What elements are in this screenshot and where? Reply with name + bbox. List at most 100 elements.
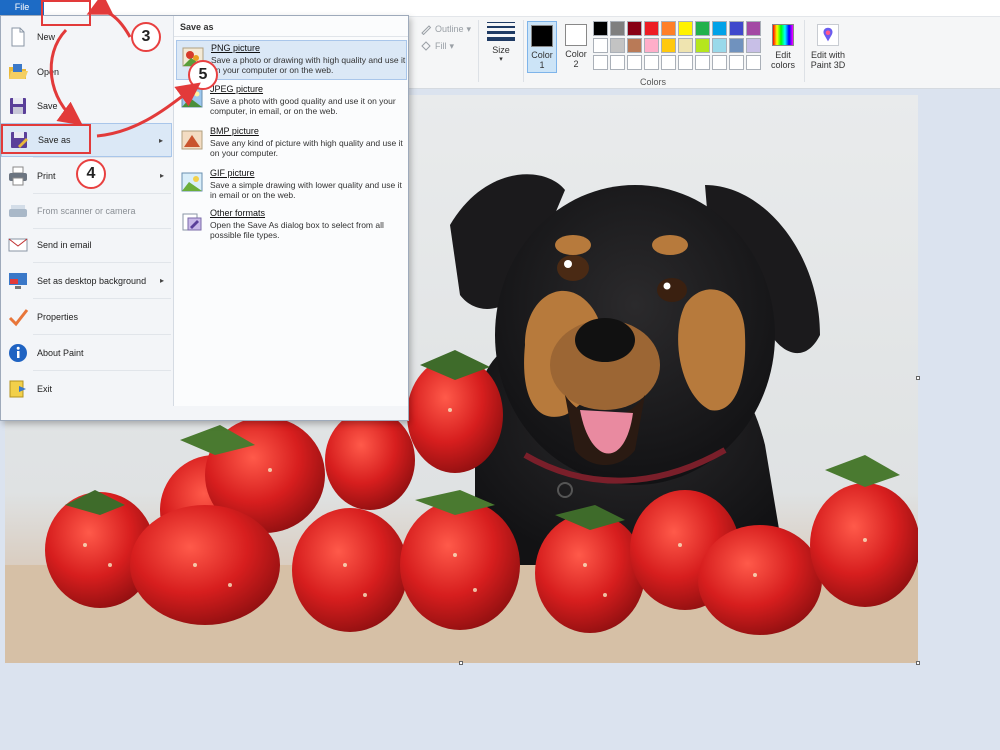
resize-handle-right[interactable]	[916, 376, 920, 380]
file-menu-item-label: Exit	[37, 384, 53, 394]
size-button[interactable]: Size ▾	[483, 20, 519, 76]
edit-colors-button[interactable]: Edit colors	[765, 21, 801, 70]
new-document-icon	[7, 26, 29, 48]
palette-swatch[interactable]	[627, 21, 642, 36]
color1-swatch	[531, 25, 553, 47]
file-menu-item-label: Save as	[38, 135, 71, 145]
palette-swatch[interactable]	[644, 38, 659, 53]
checkmark-icon	[7, 306, 29, 328]
color1-button[interactable]: Color 1	[527, 21, 557, 73]
edit-colors-label: Edit colors	[770, 50, 795, 70]
file-menu-item-label: Open	[37, 67, 60, 77]
submenu-arrow-icon: ▸	[159, 171, 164, 180]
palette-swatch[interactable]	[729, 38, 744, 53]
fill-bucket-icon	[421, 41, 431, 51]
save-as-option-title: GIF picture	[210, 168, 255, 178]
palette-swatch[interactable]	[644, 21, 659, 36]
save-as-option-title: Other formats	[210, 208, 266, 218]
file-menu-item-label: About Paint	[37, 348, 84, 358]
colors-group-label: Colors	[640, 77, 667, 87]
palette-swatch[interactable]	[644, 55, 659, 70]
palette-swatch[interactable]	[610, 55, 625, 70]
outline-icon	[421, 25, 432, 35]
other-formats-icon	[181, 211, 203, 233]
palette-swatch[interactable]	[593, 55, 608, 70]
save-as-option-png-picture[interactable]: PNG picture Save a photo or drawing with …	[176, 40, 407, 80]
color2-label: Color 2	[565, 49, 587, 69]
desktop-background-icon	[7, 270, 29, 292]
floppy-disk-icon	[7, 95, 29, 117]
bmp-picture-icon	[181, 129, 203, 151]
color1-label: Color 1	[531, 50, 553, 70]
palette-swatch[interactable]	[661, 21, 676, 36]
gif-picture-icon	[181, 171, 203, 193]
color-spectrum-icon	[772, 24, 794, 46]
paint3d-icon	[817, 24, 839, 46]
palette-swatch[interactable]	[746, 55, 761, 70]
info-icon	[7, 342, 29, 364]
file-menu-commands: New Open Save Save as ▸ Print ▸ From scanner or…	[1, 16, 173, 420]
color2-button[interactable]: Color 2	[561, 21, 591, 73]
palette-swatch[interactable]	[610, 21, 625, 36]
submenu-arrow-icon: ▸	[158, 136, 163, 145]
palette-swatch[interactable]	[627, 55, 642, 70]
palette-swatch[interactable]	[678, 38, 693, 53]
resize-handle-corner[interactable]	[916, 661, 920, 665]
save-as-option-title: PNG picture	[211, 43, 261, 53]
fill-label: Fill	[435, 41, 447, 51]
palette-swatch[interactable]	[610, 38, 625, 53]
palette-swatch[interactable]	[678, 21, 693, 36]
fill-button[interactable]: Fill ▾	[420, 40, 454, 52]
palette-swatch[interactable]	[627, 38, 642, 53]
save-as-option-description: Open the Save As dialog box to select fr…	[210, 220, 384, 240]
save-as-option-title: BMP picture	[210, 126, 259, 136]
color-palette	[593, 21, 761, 70]
file-menu-item-set-as-desktop-background[interactable]: Set as desktop background ▸	[1, 264, 172, 298]
save-as-option-bmp-picture[interactable]: BMP picture Save any kind of picture with…	[176, 124, 407, 164]
save-as-option-other-formats[interactable]: Other formats Open the Save As dialog box…	[176, 206, 407, 246]
palette-swatch[interactable]	[712, 21, 727, 36]
file-menu-item-open[interactable]: Open	[1, 55, 172, 89]
email-icon	[7, 234, 29, 256]
file-menu-item-send-in-email[interactable]: Send in email	[1, 228, 172, 262]
palette-swatch[interactable]	[661, 55, 676, 70]
open-folder-icon	[7, 61, 29, 83]
scanner-icon	[7, 200, 29, 222]
line-size-icon	[487, 22, 515, 41]
file-menu-item-save[interactable]: Save	[1, 89, 172, 123]
edit-with-paint3d-button[interactable]: Edit with Paint 3D	[806, 21, 850, 70]
paint3d-label: Edit with Paint 3D	[810, 50, 846, 70]
file-menu-item-new[interactable]: New	[1, 20, 172, 54]
palette-swatch[interactable]	[712, 55, 727, 70]
palette-swatch[interactable]	[729, 55, 744, 70]
resize-handle-bottom[interactable]	[459, 661, 463, 665]
palette-swatch[interactable]	[695, 21, 710, 36]
file-menu-item-label: From scanner or camera	[37, 206, 136, 216]
file-menu-item-exit[interactable]: Exit	[1, 372, 172, 406]
outline-label: Outline	[435, 24, 464, 34]
palette-swatch[interactable]	[712, 38, 727, 53]
file-menu-item-label: Set as desktop background	[37, 276, 147, 286]
palette-swatch[interactable]	[746, 38, 761, 53]
submenu-arrow-icon: ▸	[159, 276, 164, 285]
save-as-option-gif-picture[interactable]: GIF picture Save a simple drawing with lo…	[176, 166, 407, 206]
palette-swatch[interactable]	[678, 55, 693, 70]
palette-swatch[interactable]	[695, 38, 710, 53]
file-menu-item-label: Send in email	[37, 240, 92, 250]
file-menu-item-print[interactable]: Print ▸	[1, 159, 172, 193]
file-menu-item-save-as[interactable]: Save as ▸	[1, 123, 172, 157]
file-menu-item-label: Print	[37, 171, 56, 181]
palette-swatch[interactable]	[695, 55, 710, 70]
file-menu-item-properties[interactable]: Properties	[1, 300, 172, 334]
jpeg-picture-icon	[181, 87, 203, 109]
palette-swatch[interactable]	[661, 38, 676, 53]
file-tab[interactable]: File	[0, 0, 44, 15]
palette-swatch[interactable]	[593, 21, 608, 36]
save-as-option-description: Save a photo or drawing with high qualit…	[211, 55, 406, 75]
outline-button[interactable]: Outline ▾	[420, 23, 471, 35]
file-menu-item-about-paint[interactable]: About Paint	[1, 336, 172, 370]
palette-swatch[interactable]	[729, 21, 744, 36]
palette-swatch[interactable]	[593, 38, 608, 53]
palette-swatch[interactable]	[746, 21, 761, 36]
save-as-option-jpeg-picture[interactable]: JPEG picture Save a photo with good quali…	[176, 82, 407, 122]
